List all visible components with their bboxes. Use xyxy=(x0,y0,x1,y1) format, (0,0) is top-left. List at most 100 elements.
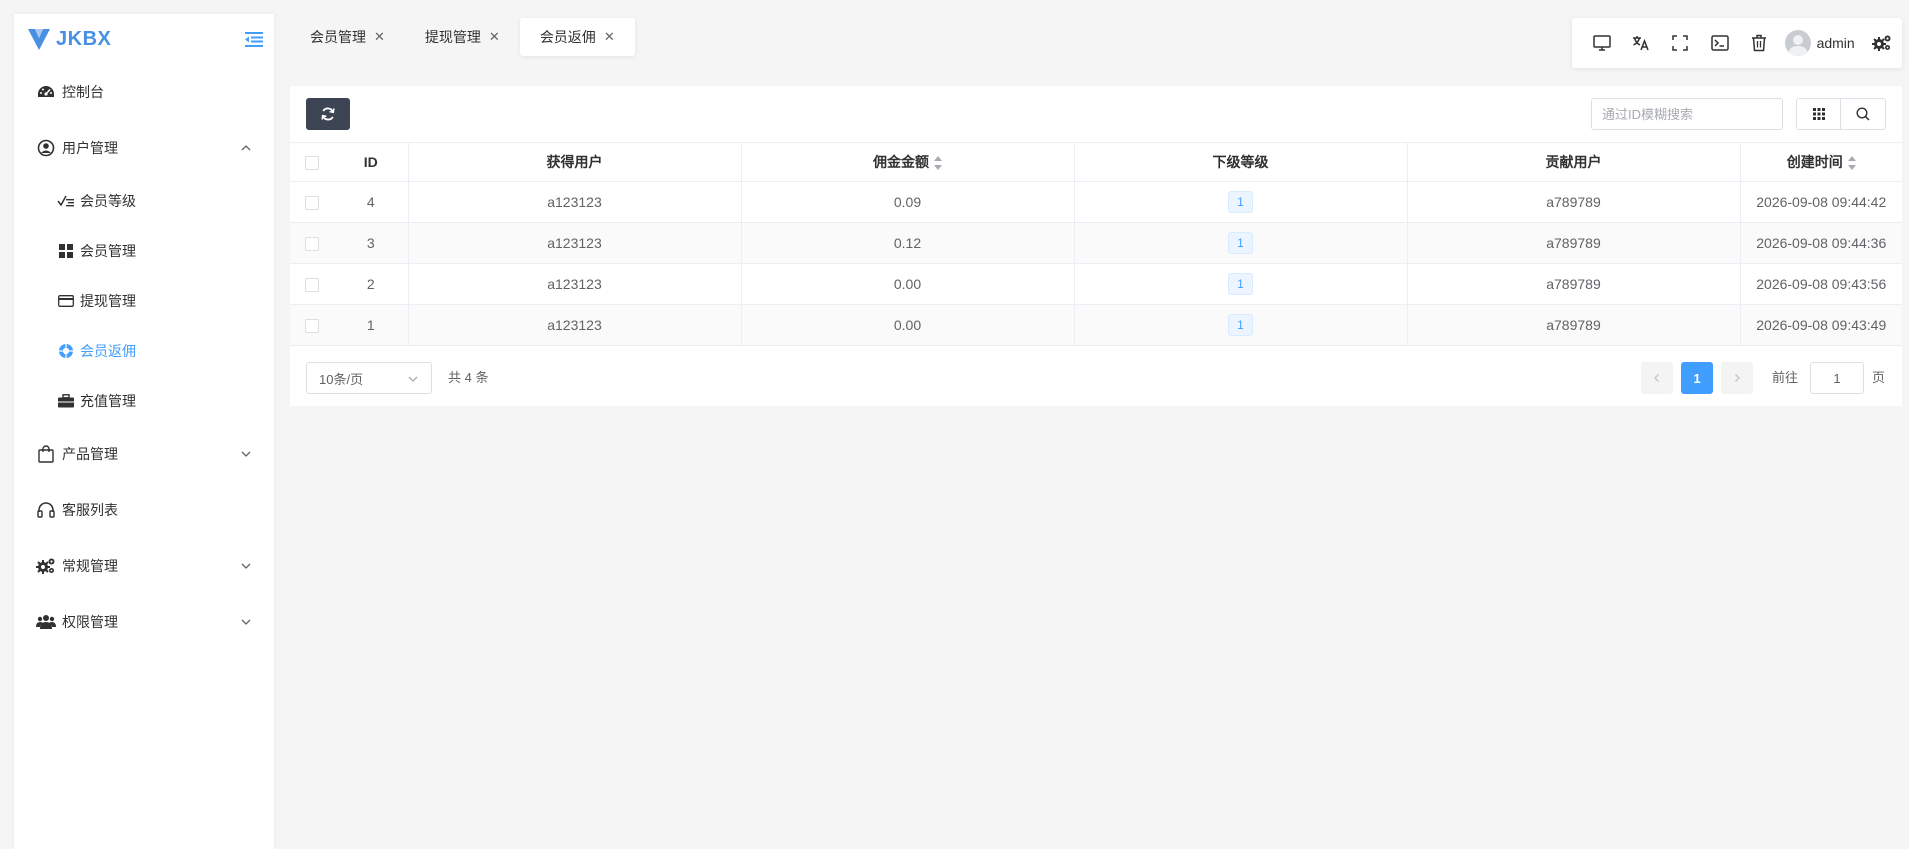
collapse-sidebar-icon[interactable] xyxy=(244,30,264,48)
fullscreen-icon xyxy=(1672,35,1689,51)
commission-icon xyxy=(56,341,76,361)
sidebar-item-dashboard[interactable]: 控制台 xyxy=(14,64,274,120)
search-input[interactable] xyxy=(1591,98,1783,130)
header-id: ID xyxy=(334,142,409,182)
cell-contributor: a789789 xyxy=(1407,222,1741,264)
settings-button[interactable] xyxy=(1863,18,1902,68)
avatar xyxy=(1784,30,1811,56)
close-icon[interactable]: ✕ xyxy=(489,29,500,45)
sidebar-item-label: 产品管理 xyxy=(62,446,118,462)
sidebar-item-label: 权限管理 xyxy=(62,614,118,630)
chevron-up-icon xyxy=(241,145,251,151)
username: admin xyxy=(1816,35,1855,51)
cell-contributor: a789789 xyxy=(1407,263,1741,305)
chevron-down-icon xyxy=(241,619,251,625)
close-icon[interactable]: ✕ xyxy=(604,29,615,45)
briefcase-icon xyxy=(56,391,76,411)
sidebar-item-customer-service[interactable]: 客服列表 xyxy=(14,482,274,538)
header-created[interactable]: 创建时间 xyxy=(1740,142,1902,182)
cogs-icon xyxy=(36,556,56,576)
row-checkbox[interactable] xyxy=(305,319,319,334)
row-checkbox[interactable] xyxy=(305,196,319,211)
level-tag: 1 xyxy=(1228,232,1253,254)
chevron-down-icon xyxy=(241,451,251,457)
sidebar-item-withdraw-management[interactable]: 提现管理 xyxy=(14,276,274,326)
sidebar-item-member-management[interactable]: 会员管理 xyxy=(14,226,274,276)
table-row[interactable]: 1 a123123 0.00 1 a789789 2026-09-08 09:4… xyxy=(290,304,1902,346)
cell-amount: 0.09 xyxy=(741,181,1075,223)
sidebar-item-member-commission[interactable]: 会员返佣 xyxy=(14,326,274,376)
column-toggle-button[interactable] xyxy=(1796,98,1841,130)
row-checkbox[interactable] xyxy=(305,237,319,252)
tab-member-management[interactable]: 会员管理 ✕ xyxy=(290,18,405,56)
chevron-left-icon xyxy=(1654,374,1659,382)
sort-icon[interactable] xyxy=(1847,156,1856,171)
sidebar-item-label: 用户管理 xyxy=(62,140,118,156)
search-icon xyxy=(1856,107,1870,121)
page-number-button[interactable]: 1 xyxy=(1681,362,1713,394)
cell-id: 2 xyxy=(334,263,409,305)
cell-id: 4 xyxy=(334,181,409,223)
user-menu[interactable]: admin xyxy=(1779,18,1863,68)
cell-amount: 0.00 xyxy=(741,263,1075,305)
select-all-cell xyxy=(290,142,334,182)
page-jump-input[interactable] xyxy=(1810,362,1864,394)
sort-icon[interactable] xyxy=(934,156,942,171)
shopping-bag-icon xyxy=(36,444,56,464)
level-tag: 1 xyxy=(1228,273,1253,295)
next-page-button[interactable] xyxy=(1721,362,1753,394)
logo[interactable]: JKBX xyxy=(14,14,274,64)
cell-id: 3 xyxy=(334,222,409,264)
tab-label: 会员管理 xyxy=(310,29,366,45)
table-row[interactable]: 3 a123123 0.12 1 a789789 2026-09-08 09:4… xyxy=(290,222,1902,264)
tab-member-commission[interactable]: 会员返佣 ✕ xyxy=(519,18,635,56)
sidebar-item-product-management[interactable]: 产品管理 xyxy=(14,426,274,482)
fullscreen-button[interactable] xyxy=(1661,18,1700,68)
header-amount[interactable]: 佣金金额 xyxy=(741,142,1075,182)
cell-created: 2026-09-08 09:43:49 xyxy=(1740,304,1902,346)
sidebar-item-label: 充值管理 xyxy=(80,393,136,409)
sidebar: JKBX 控制台 用户管理 会员等级 会员管理 提现管理 会员返佣 充值管理 产… xyxy=(14,14,274,849)
sidebar-item-permission-management[interactable]: 权限管理 xyxy=(14,594,274,650)
sidebar-item-label: 会员管理 xyxy=(80,243,136,259)
sidebar-item-general-management[interactable]: 常规管理 xyxy=(14,538,274,594)
tab-label: 提现管理 xyxy=(424,29,481,45)
sidebar-item-label: 会员返佣 xyxy=(80,343,136,359)
header-user: 获得用户 xyxy=(408,142,742,182)
cell-user: a123123 xyxy=(408,181,742,223)
table-row[interactable]: 4 a123123 0.09 1 a789789 2026-09-08 09:4… xyxy=(290,181,1902,223)
prev-page-button[interactable] xyxy=(1641,362,1673,394)
select-all-checkbox[interactable] xyxy=(305,156,319,171)
page-size-select[interactable]: 10条/页 xyxy=(306,362,432,394)
sidebar-item-member-level[interactable]: 会员等级 xyxy=(14,176,274,226)
cell-id: 1 xyxy=(334,304,409,346)
sidebar-item-recharge-management[interactable]: 充值管理 xyxy=(14,376,274,426)
terminal-button[interactable] xyxy=(1700,18,1739,68)
cell-created: 2026-09-08 09:43:56 xyxy=(1740,263,1902,305)
cell-created: 2026-09-08 09:44:42 xyxy=(1740,181,1902,223)
cell-amount: 0.12 xyxy=(741,222,1075,264)
close-icon[interactable]: ✕ xyxy=(374,29,385,45)
top-toolbar: admin xyxy=(1572,18,1902,68)
row-checkbox[interactable] xyxy=(305,278,319,293)
sidebar-item-label: 提现管理 xyxy=(80,293,136,309)
grid-icon xyxy=(1812,108,1825,120)
tab-bar: 会员管理 ✕ 提现管理 ✕ 会员返佣 ✕ xyxy=(290,18,635,56)
table-row[interactable]: 2 a123123 0.00 1 a789789 2026-09-08 09:4… xyxy=(290,263,1902,305)
level-tag: 1 xyxy=(1228,314,1253,336)
clear-cache-button[interactable] xyxy=(1739,18,1778,68)
sidebar-item-label: 常规管理 xyxy=(62,558,118,574)
cogs-icon xyxy=(1872,35,1891,51)
language-button[interactable] xyxy=(1621,18,1660,68)
header-level: 下级等级 xyxy=(1074,142,1408,182)
sidebar-item-label: 客服列表 xyxy=(62,502,118,518)
search-button[interactable] xyxy=(1841,98,1886,130)
sidebar-item-user-management[interactable]: 用户管理 xyxy=(14,120,274,176)
refresh-button[interactable] xyxy=(306,98,350,130)
screen-button[interactable] xyxy=(1582,18,1621,68)
cell-amount: 0.00 xyxy=(741,304,1075,346)
chevron-right-icon xyxy=(1735,374,1740,382)
tab-withdraw-management[interactable]: 提现管理 ✕ xyxy=(405,18,520,56)
users-icon xyxy=(36,612,56,632)
dashboard-icon xyxy=(36,82,56,102)
